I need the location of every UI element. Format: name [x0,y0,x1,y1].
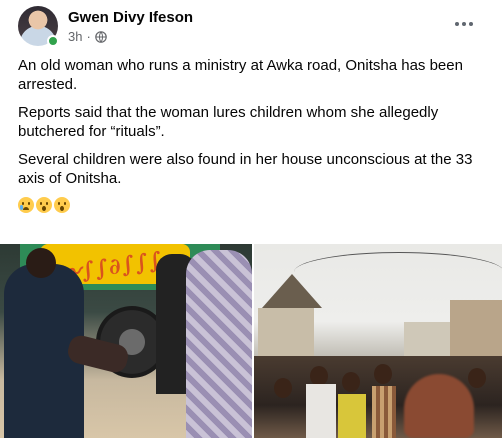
more-horizontal-icon [462,22,466,26]
more-horizontal-icon [469,22,473,26]
person-white-shirt [306,384,336,438]
more-options-button[interactable] [450,12,478,36]
post-time[interactable]: 3h [68,29,82,44]
globe-icon[interactable] [95,30,107,43]
post-photos: ﻬ〰∫∫∂∫∫∫ [0,244,502,438]
person-head [26,248,56,278]
person-plaid-shirt [372,386,396,438]
person-plaid-shirt [186,250,252,438]
online-status-dot [47,35,59,47]
flushed-face-emoji [54,197,70,213]
emoji-row [18,197,490,213]
post-paragraph: Reports said that the woman lures childr… [18,104,439,140]
author-name[interactable]: Gwen Divy Ifeson [68,9,193,26]
crowd-head [310,366,328,386]
crowd-head [374,364,392,384]
astonished-face-emoji [36,197,52,213]
truck-scene-photo[interactable]: ﻬ〰∫∫∂∫∫∫ [0,244,252,438]
raised-fist [404,374,474,438]
street-crowd-photo[interactable] [254,244,502,438]
power-line [294,252,502,292]
post-header: Gwen Divy Ifeson 3h · [18,6,488,50]
post-paragraph: An old woman who runs a ministry at Awka… [18,57,463,93]
post-paragraph: Several children were also found in her … [18,151,473,187]
crowd-head [468,368,486,388]
post-meta: 3h · [68,29,107,44]
more-horizontal-icon [455,22,459,26]
crying-face-emoji [18,197,34,213]
crowd-head [342,372,360,392]
crowd-head [274,378,292,398]
meta-separator: · [86,29,91,44]
person-yellow-shirt [338,394,366,438]
post-body: An old woman who runs a ministry at Awka… [18,56,490,213]
